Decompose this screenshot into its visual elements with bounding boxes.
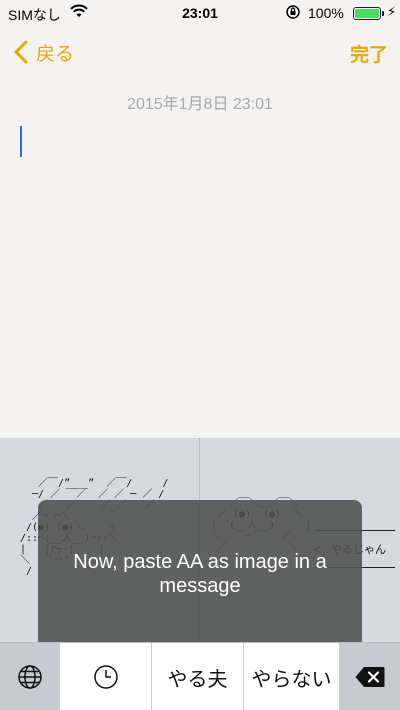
toast-message: Now, paste AA as image in a message [38, 500, 362, 648]
globe-key[interactable] [0, 643, 60, 710]
note-date: 2015年1月8日 23:01 [127, 96, 273, 113]
recent-key[interactable] [60, 643, 152, 710]
battery-tip [382, 11, 384, 16]
clock-icon [93, 665, 118, 689]
yaranai-key[interactable]: やらない [244, 643, 340, 710]
globe-icon [17, 665, 42, 689]
text-cursor[interactable] [20, 126, 22, 157]
delete-key[interactable] [340, 643, 400, 710]
done-button[interactable]: 完了 [350, 40, 388, 67]
nav-bar: 戻る 完了 [0, 28, 400, 74]
battery-percent: 100% [308, 5, 344, 21]
rotation-lock-icon [285, 4, 301, 23]
charging-bolt-icon: ⚡ [387, 4, 397, 19]
chevron-left-icon [14, 40, 28, 64]
delete-backspace-icon [355, 667, 385, 687]
keyboard-bar: やる夫 やらない [0, 642, 400, 710]
yaruo-key[interactable]: やる夫 [152, 643, 244, 710]
status-bar: SIMなし 23:01 100% ⚡ [0, 0, 400, 28]
battery-icon [353, 7, 381, 20]
back-button[interactable]: 戻る [12, 38, 74, 66]
back-label: 戻る [36, 43, 75, 65]
